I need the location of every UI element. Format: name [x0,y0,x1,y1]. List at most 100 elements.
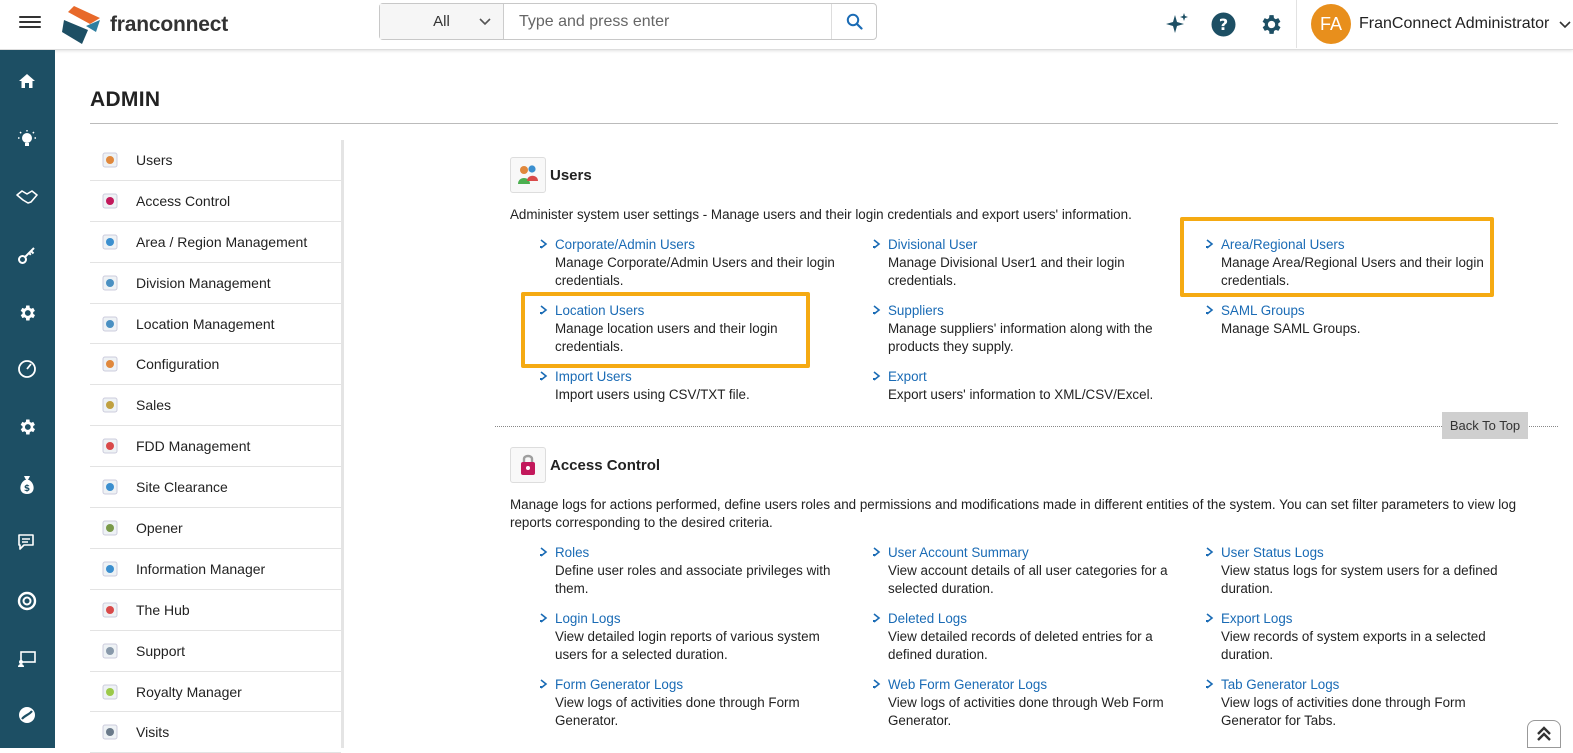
link-description: Import users using CSV/TXT file. [555,387,750,402]
chevron-down-icon [479,18,491,26]
link-item-deleted-logs: Deleted Logs View detailed records of del… [873,610,1168,664]
link-item-export: Export Export users' information to XML/C… [873,368,1168,404]
left-nav-label: Opener [136,519,183,536]
bullet-arrow-icon [873,371,881,381]
link-deleted-logs[interactable]: Deleted Logs [888,610,1168,628]
chevron-down-icon [1559,21,1571,29]
left-nav-item-site-clearance[interactable]: Site Clearance [90,467,341,509]
bullet-arrow-icon [873,679,881,689]
left-nav-item-area-region-management[interactable]: Area / Region Management [90,222,341,263]
brand-name: franconnect [110,13,228,36]
user-name: FranConnect Administrator [1359,15,1550,32]
highlight-area-regional-users [1180,217,1494,297]
bullet-arrow-icon [540,547,548,557]
user-menu[interactable]: FA FranConnect Administrator [1296,0,1571,48]
link-export-logs[interactable]: Export Logs [1221,610,1501,628]
admin-left-nav: Users Access Control Area / Region Managem… [90,140,344,753]
access-control-icon [100,192,120,210]
link-item-corporate-admin-users: Corporate/Admin Users Manage Corporate/Ad… [540,236,835,290]
link-divisional-user[interactable]: Divisional User [888,236,1168,254]
left-nav-item-location-management[interactable]: Location Management [90,304,341,345]
avatar: FA [1311,4,1351,44]
menu-icon[interactable] [19,13,41,33]
link-saml-groups[interactable]: SAML Groups [1221,302,1501,320]
link-item-import-users: Import Users Import users using CSV/TXT f… [540,368,835,404]
left-nav-item-visits[interactable]: Visits [90,712,341,753]
page-title: ADMIN [90,88,161,111]
left-nav-label: FDD Management [136,438,251,455]
scroll-up-button[interactable] [1527,720,1561,748]
bullet-arrow-icon [1206,613,1214,623]
access-control-section-title: Access Control [550,456,661,474]
top-bar: franconnect All ? FA FranConnect Adminis… [0,0,1573,50]
left-nav-item-royalty-manager[interactable]: Royalty Manager [90,672,341,713]
left-nav-item-division-management[interactable]: Division Management [90,263,341,304]
link-suppliers[interactable]: Suppliers [888,302,1168,320]
area-region-icon [100,233,120,251]
globe-icon[interactable] [14,702,40,728]
back-to-top-button[interactable]: Back To Top [1442,412,1528,439]
lightbulb-icon[interactable] [14,126,40,152]
gear-icon[interactable] [14,300,40,326]
link-description: Manage suppliers' information along with… [888,321,1153,354]
sparkle-icon[interactable] [1164,11,1190,37]
search-button[interactable] [831,4,876,39]
money-bag-icon[interactable]: $ [14,472,40,498]
link-description: View logs of activities done through For… [555,695,800,728]
link-form-generator-logs[interactable]: Form Generator Logs [555,676,835,694]
configuration-icon [100,355,120,373]
search-category-select[interactable]: All [380,4,504,39]
left-nav-item-fdd-management[interactable]: FDD Management [90,426,341,468]
link-user-account-summary[interactable]: User Account Summary [888,544,1168,562]
hub-icon [100,601,120,619]
users-section-header: Users [510,157,592,193]
franconnect-logo[interactable]: franconnect [60,4,228,46]
link-item-user-status-logs: User Status Logs View status logs for sys… [1206,544,1501,598]
search-input[interactable] [504,4,831,39]
gear-icon[interactable] [14,414,40,440]
speedometer-icon[interactable] [14,356,40,382]
link-corporate-admin-users[interactable]: Corporate/Admin Users [555,236,835,254]
key-icon[interactable] [14,242,40,268]
link-item-suppliers: Suppliers Manage suppliers' information a… [873,302,1168,356]
left-nav-item-information-manager[interactable]: Information Manager [90,549,341,590]
left-nav-item-users[interactable]: Users [90,140,341,181]
division-icon [100,274,120,292]
left-nav-label: The Hub [136,601,190,618]
users-icon [100,151,120,169]
left-nav-item-the-hub[interactable]: The Hub [90,590,341,631]
title-divider [90,123,1558,124]
link-item-form-generator-logs: Form Generator Logs View logs of activiti… [540,676,835,730]
visits-icon [100,723,120,741]
left-nav-label: Sales [136,397,172,414]
left-nav-label: Visits [136,724,170,741]
chat-icon[interactable] [14,530,40,556]
help-icon[interactable]: ? [1210,11,1236,37]
link-import-users[interactable]: Import Users [555,368,835,386]
settings-gear-icon[interactable] [1257,11,1283,37]
left-nav-item-opener[interactable]: Opener [90,508,341,549]
link-item-saml-groups: SAML Groups Manage SAML Groups. [1206,302,1501,338]
link-roles[interactable]: Roles [555,544,835,562]
link-item-divisional-user: Divisional User Manage Divisional User1 a… [873,236,1168,290]
presentation-icon[interactable] [14,646,40,672]
link-tab-generator-logs[interactable]: Tab Generator Logs [1221,676,1501,694]
access-control-section-description: Manage logs for actions performed, defin… [510,497,1517,530]
search-bar: All [379,3,877,40]
left-nav-item-support[interactable]: Support [90,631,341,672]
handshake-icon[interactable] [14,184,40,210]
information-manager-icon [100,560,120,578]
home-icon[interactable] [14,68,40,94]
bullet-arrow-icon [540,371,548,381]
link-item-roles: Roles Define user roles and associate pri… [540,544,835,598]
left-nav-item-sales[interactable]: Sales [90,385,341,427]
link-login-logs[interactable]: Login Logs [555,610,835,628]
link-export[interactable]: Export [888,368,1168,386]
bullet-arrow-icon [873,613,881,623]
link-web-form-generator-logs[interactable]: Web Form Generator Logs [888,676,1168,694]
section-divider [495,426,1558,427]
lifebuoy-icon[interactable] [14,588,40,614]
left-nav-item-configuration[interactable]: Configuration [90,344,341,386]
left-nav-item-access-control[interactable]: Access Control [90,181,341,222]
link-user-status-logs[interactable]: User Status Logs [1221,544,1501,562]
